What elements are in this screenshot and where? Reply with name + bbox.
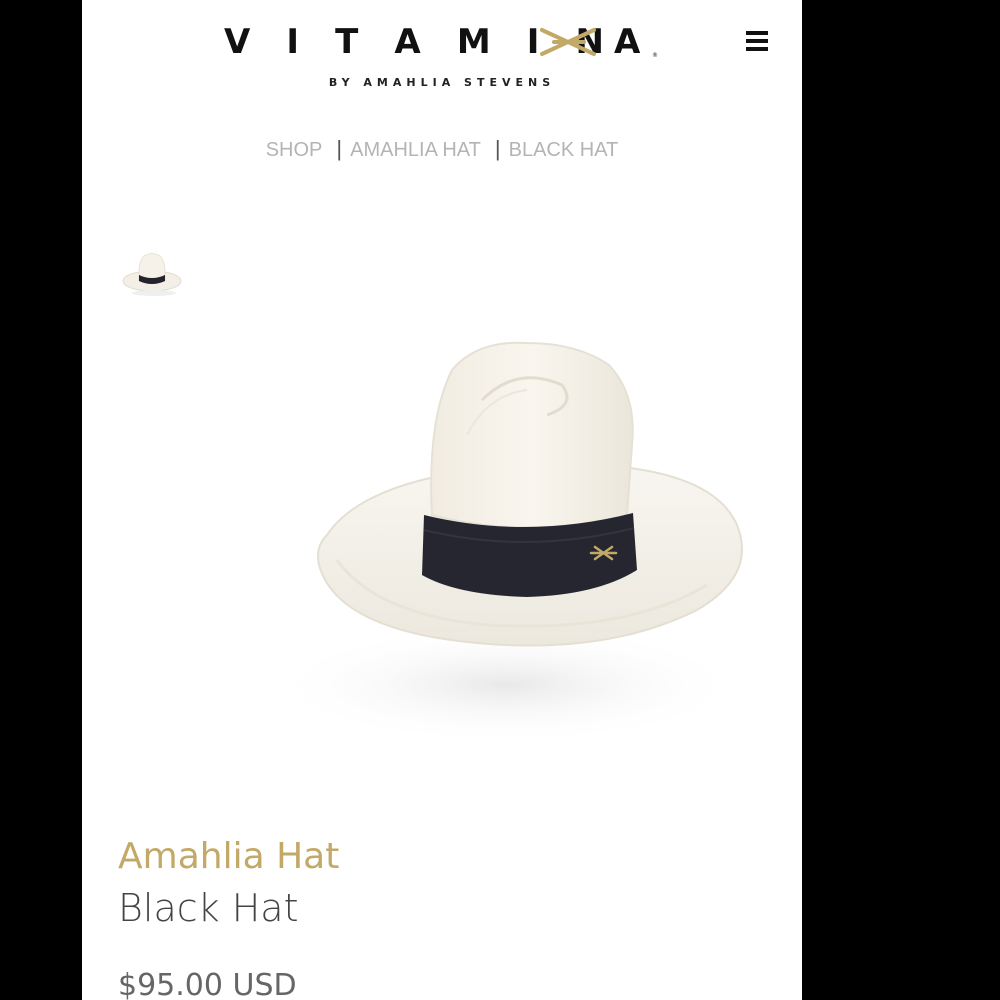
logo-letter: A: [614, 22, 641, 62]
product-collection-title: Amahlia Hat: [118, 836, 340, 877]
product-name: Black Hat: [118, 886, 299, 930]
logo-tagline: BY AMAHLIA STEVENS: [328, 76, 556, 89]
menu-bar: [746, 47, 768, 51]
product-main-image[interactable]: [227, 325, 752, 780]
logo-crossed-arrows-icon: [540, 28, 596, 56]
menu-bar: [746, 39, 768, 43]
registered-mark: ®: [652, 52, 658, 59]
logo-letter: M: [456, 22, 491, 62]
logo-letter: I: [526, 22, 540, 62]
logo-letter: T: [335, 22, 359, 62]
breadcrumb-link-black-hat[interactable]: BLACK HAT: [509, 139, 619, 161]
screen-frame: V I T A M I N A ® BY AMAHLIA STEVENS SHO…: [0, 0, 1000, 1000]
brand-logo[interactable]: V I T A M I N A ® BY AMAHLIA STEVENS: [82, 22, 802, 92]
breadcrumb: SHOP | AMAHLIA HAT | BLACK HAT: [82, 136, 802, 162]
hamburger-menu-icon[interactable]: [746, 31, 768, 53]
logo-letter: V: [224, 22, 251, 62]
product-price: $95.00 USD: [118, 968, 297, 1000]
logo-letter: I: [286, 22, 300, 62]
breadcrumb-link-amahlia-hat[interactable]: AMAHLIA HAT: [350, 139, 481, 161]
menu-bar: [746, 31, 768, 35]
breadcrumb-separator: |: [494, 136, 501, 161]
breadcrumb-separator: |: [336, 136, 343, 161]
product-thumbnail[interactable]: [120, 245, 184, 303]
logo-letter: A: [394, 22, 421, 62]
product-page: V I T A M I N A ® BY AMAHLIA STEVENS SHO…: [82, 0, 802, 1000]
breadcrumb-link-shop[interactable]: SHOP: [266, 139, 323, 161]
